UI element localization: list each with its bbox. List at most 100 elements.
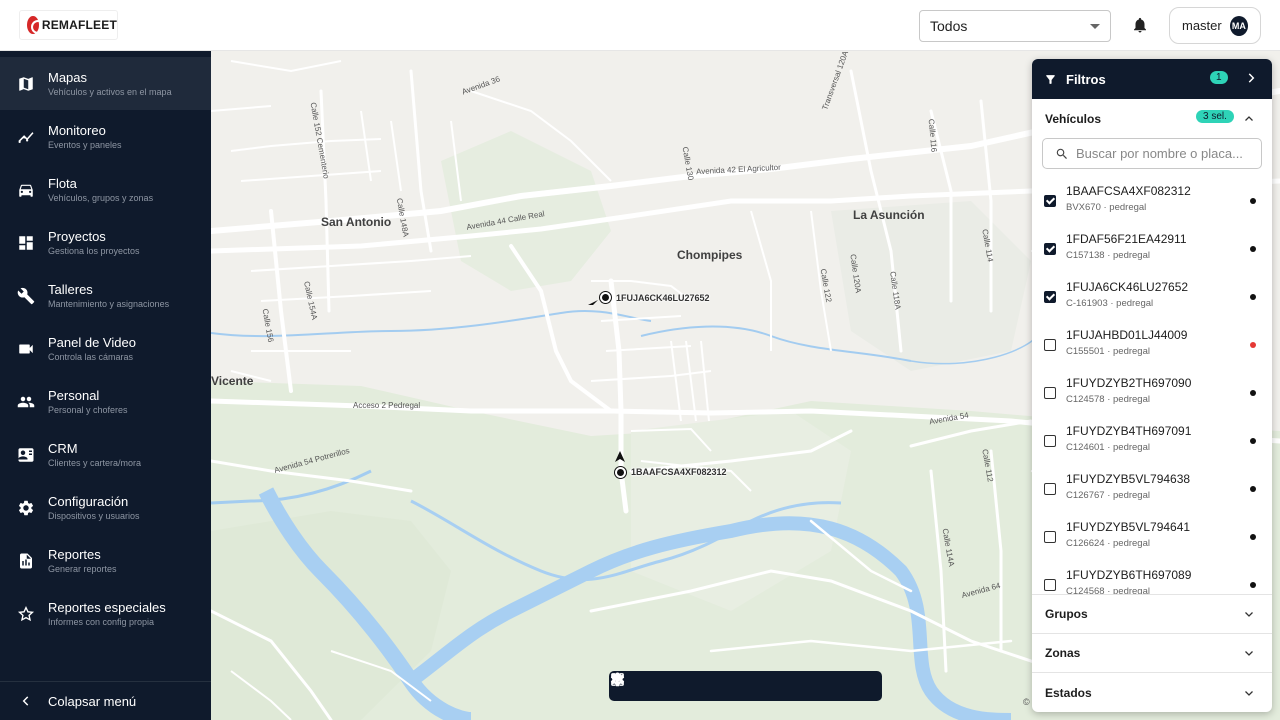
sidebar-item-talleres[interactable]: Talleres Mantenimiento y asignaciones bbox=[0, 269, 211, 322]
vehicle-list: 1BAAFCSA4XF082312 BVX670 · pedregal 1FDA… bbox=[1032, 177, 1272, 595]
brand-logo[interactable]: REMAFLEET bbox=[19, 10, 118, 40]
map-place-label: Vicente bbox=[211, 374, 254, 388]
map-place-label: La Asunción bbox=[853, 208, 925, 222]
zones-section-label: Zonas bbox=[1045, 646, 1081, 660]
vehicle-checkbox[interactable] bbox=[1044, 483, 1056, 495]
filters-header[interactable]: Filtros 1 bbox=[1032, 59, 1272, 99]
sidebar-item-monitoreo[interactable]: Monitoreo Eventos y paneles bbox=[0, 110, 211, 163]
chevron-down-icon bbox=[1245, 690, 1253, 696]
nav-title: Mapas bbox=[48, 69, 88, 85]
center-focus-button[interactable] bbox=[611, 673, 691, 697]
list-item[interactable]: 1FUYDZYB5VL794638 C126767 · pedregal bbox=[1032, 465, 1272, 513]
nav-subtitle: Dispositivos y usuarios bbox=[48, 510, 140, 521]
sidebar-item-crm[interactable]: CRM Clientes y cartera/mora bbox=[0, 428, 211, 481]
nav-subtitle: Controla las cámaras bbox=[48, 351, 134, 362]
nav-subtitle: Vehículos y activos en el mapa bbox=[48, 86, 172, 97]
fullscreen-button[interactable] bbox=[612, 674, 822, 697]
states-section-label: Estados bbox=[1045, 685, 1092, 700]
status-dot bbox=[1250, 294, 1256, 300]
nav-title: Monitoreo bbox=[48, 122, 106, 138]
contact-card-icon bbox=[17, 446, 35, 464]
sidebar-item-reportes[interactable]: Reportes Generar reportes bbox=[0, 534, 211, 587]
status-dot bbox=[1250, 486, 1256, 492]
nav-title: Configuración bbox=[48, 493, 129, 509]
star-icon bbox=[17, 605, 35, 623]
vehicle-checkbox[interactable] bbox=[1044, 531, 1056, 543]
vehicle-checkbox[interactable] bbox=[1044, 195, 1056, 207]
list-item[interactable]: 1BAAFCSA4XF082312 BVX670 · pedregal bbox=[1032, 177, 1272, 225]
vehicle-name: 1FDAF56F21EA42911 bbox=[1066, 232, 1187, 246]
vehicle-checkbox[interactable] bbox=[1044, 291, 1056, 303]
sidebar-item-proyectos[interactable]: Proyectos Gestiona los proyectos bbox=[0, 216, 211, 269]
layers-button[interactable] bbox=[611, 672, 648, 697]
sidebar-item-personal[interactable]: Personal Personal y choferes bbox=[0, 375, 211, 428]
list-item[interactable]: 1FUJA6CK46LU27652 C-161903 · pedregal bbox=[1032, 273, 1272, 321]
chevron-right-icon[interactable] bbox=[1244, 71, 1258, 85]
vehicle-plate-group: C126767 · pedregal bbox=[1066, 490, 1150, 501]
list-item[interactable]: 1FUYDZYB5VL794641 C126624 · pedregal bbox=[1032, 513, 1272, 561]
vehicle-marker-dot bbox=[615, 467, 626, 478]
groups-section-header[interactable]: Grupos bbox=[1032, 595, 1272, 634]
logo-mark-icon bbox=[27, 16, 45, 34]
notifications-bell-icon[interactable] bbox=[1131, 16, 1149, 34]
caret-down-icon bbox=[1090, 23, 1100, 29]
sidebar-item-configuracion[interactable]: Configuración Dispositivos y usuarios bbox=[0, 481, 211, 534]
nav-subtitle: Informes con config propia bbox=[48, 616, 155, 627]
vehicle-checkbox[interactable] bbox=[1044, 339, 1056, 351]
status-dot bbox=[1250, 582, 1256, 588]
vehicle-plate-group: C155501 · pedregal bbox=[1066, 346, 1150, 357]
nav-title: Panel de Video bbox=[48, 334, 136, 350]
map-toolbar bbox=[609, 671, 882, 701]
vehicle-plate-group: C124601 · pedregal bbox=[1066, 442, 1150, 453]
vehicle-name: 1FUYDZYB2TH697090 bbox=[1066, 376, 1192, 390]
sidebar-item-flota[interactable]: Flota Vehículos, grupos y zonas bbox=[0, 163, 211, 216]
vehicles-selected-badge: 3 sel. bbox=[1196, 110, 1234, 123]
vehicles-section-header[interactable]: Vehículos 3 sel. bbox=[1032, 99, 1272, 138]
vehicle-marker-label: 1BAAFCSA4XF082312 bbox=[631, 467, 727, 477]
vehicle-checkbox[interactable] bbox=[1044, 243, 1056, 255]
chevron-left-icon bbox=[17, 692, 35, 710]
status-dot bbox=[1250, 246, 1256, 252]
vehicle-plate-group: C126624 · pedregal bbox=[1066, 538, 1150, 549]
nav-subtitle: Clientes y cartera/mora bbox=[48, 457, 142, 468]
user-menu-button[interactable]: master MA bbox=[1169, 7, 1261, 44]
list-item[interactable]: 1FUYDZYB4TH697091 C124601 · pedregal bbox=[1032, 417, 1272, 465]
vehicle-checkbox[interactable] bbox=[1044, 435, 1056, 447]
list-item[interactable]: 1FDAF56F21EA42911 C157138 · pedregal bbox=[1032, 225, 1272, 273]
zoom-in-button[interactable] bbox=[612, 674, 778, 697]
report-icon bbox=[17, 552, 35, 570]
vehicle-checkbox[interactable] bbox=[1044, 387, 1056, 399]
company-select[interactable]: Todos bbox=[919, 10, 1111, 42]
gear-icon bbox=[17, 499, 35, 517]
list-item[interactable]: 1FUJAHBD01LJ44009 C155501 · pedregal bbox=[1032, 321, 1272, 369]
map-settings-button[interactable] bbox=[610, 672, 865, 697]
sidebar-item-panel-video[interactable]: Panel de Video Controla las cámaras bbox=[0, 322, 211, 375]
list-item[interactable]: 1FUYDZYB6TH697089 C124568 · pedregal bbox=[1032, 561, 1272, 595]
vehicle-plate-group: C124568 · pedregal bbox=[1066, 586, 1150, 595]
nav-title: Reportes bbox=[48, 546, 101, 562]
vehicle-name: 1BAAFCSA4XF082312 bbox=[1066, 184, 1191, 198]
states-section-header[interactable]: Estados bbox=[1032, 673, 1272, 712]
nav-subtitle: Generar reportes bbox=[48, 563, 117, 574]
collapse-menu-button[interactable]: Colapsar menú bbox=[0, 681, 211, 720]
vehicle-checkbox[interactable] bbox=[1044, 579, 1056, 591]
vehicle-marker-label: 1FUJA6CK46LU27652 bbox=[616, 293, 710, 303]
zoom-out-button[interactable] bbox=[612, 675, 735, 697]
sidebar-item-mapas[interactable]: Mapas Vehículos y activos en el mapa bbox=[0, 57, 211, 110]
list-item[interactable]: 1FUYDZYB2TH697090 C124578 · pedregal bbox=[1032, 369, 1272, 417]
nav-subtitle: Eventos y paneles bbox=[48, 139, 122, 150]
heading-arrow-icon bbox=[588, 300, 598, 305]
company-select-value: Todos bbox=[930, 18, 968, 34]
settings-icon bbox=[610, 672, 625, 687]
zones-section-header[interactable]: Zonas bbox=[1032, 634, 1272, 673]
sidebar-item-reportes-especiales[interactable]: Reportes especiales Informes con config p… bbox=[0, 587, 211, 640]
status-dot bbox=[1250, 390, 1256, 396]
nav-subtitle: Gestiona los proyectos bbox=[48, 245, 140, 256]
chevron-down-icon bbox=[1245, 651, 1253, 656]
wrench-icon bbox=[17, 287, 35, 305]
map-attribution: © bbox=[1023, 697, 1030, 707]
vehicle-search-field[interactable] bbox=[1042, 138, 1262, 169]
filters-count-badge: 1 bbox=[1210, 71, 1228, 84]
collapse-menu-label: Colapsar menú bbox=[48, 693, 137, 709]
vehicle-search-input[interactable] bbox=[1076, 146, 1256, 161]
